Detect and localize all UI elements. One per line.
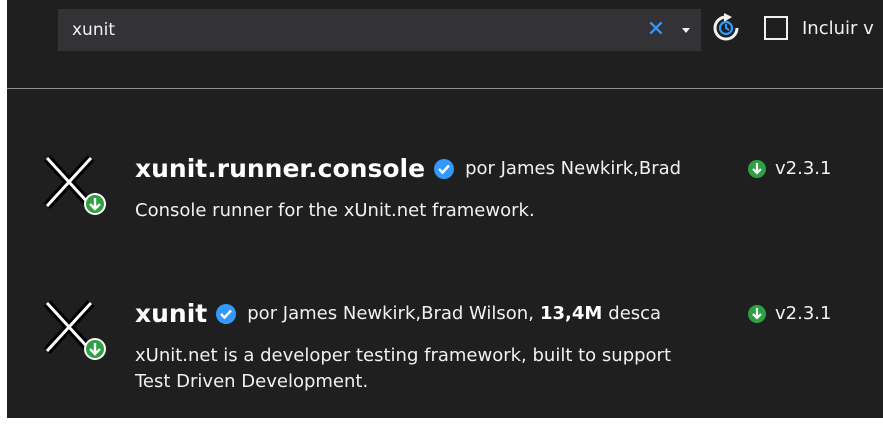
package-name: xunit.runner.console [135, 154, 426, 183]
clear-search-button[interactable]: ✕ [645, 18, 667, 42]
download-icon [748, 304, 766, 323]
package-author: por James Newkirk,Brad [465, 158, 682, 179]
package-version-label: v2.3.1 [775, 158, 832, 179]
package-manager-panel: ✕ Incluir v xunit.runner.co [0, 0, 883, 424]
package-name: xunit [135, 299, 208, 328]
package-version: v2.3.1 [747, 303, 831, 324]
verified-badge-icon [434, 158, 455, 179]
package-header: xunit.runner.console por James Newkirk,B… [135, 154, 720, 183]
chevron-down-icon [682, 28, 690, 33]
window-edge-bottom [0, 418, 883, 424]
package-version-label: v2.3.1 [775, 303, 832, 324]
package-header: xunit por James Newkirk,Brad Wilson, 13,… [135, 299, 730, 328]
search-input[interactable] [72, 9, 632, 51]
xunit-logo-icon [43, 299, 106, 360]
package-author: por James Newkirk,Brad Wilson, [247, 303, 534, 324]
include-prerelease-checkbox[interactable] [764, 16, 788, 40]
package-description: Console runner for the xUnit.net framewo… [135, 200, 535, 221]
close-icon: ✕ [646, 17, 666, 42]
divider [7, 88, 883, 89]
package-list-item[interactable]: xunit.runner.console por James Newkirk,B… [7, 140, 883, 250]
package-downloads: 13,4M [539, 303, 603, 324]
search-box: ✕ [58, 9, 701, 51]
verified-badge-icon [216, 303, 237, 324]
include-prerelease-label: Incluir v [802, 18, 874, 39]
package-description: xUnit.net is a developer testing framewo… [135, 345, 672, 392]
window-edge [0, 0, 7, 424]
package-version: v2.3.1 [747, 158, 831, 179]
package-list-item[interactable]: xunit por James Newkirk,Brad Wilson, 13,… [7, 285, 883, 410]
search-history-dropdown-button[interactable] [678, 21, 694, 39]
xunit-logo-icon [43, 154, 106, 215]
download-icon [748, 159, 766, 178]
package-downloads-label: desca [608, 303, 662, 324]
refresh-button[interactable] [711, 13, 741, 43]
refresh-icon [713, 13, 739, 41]
